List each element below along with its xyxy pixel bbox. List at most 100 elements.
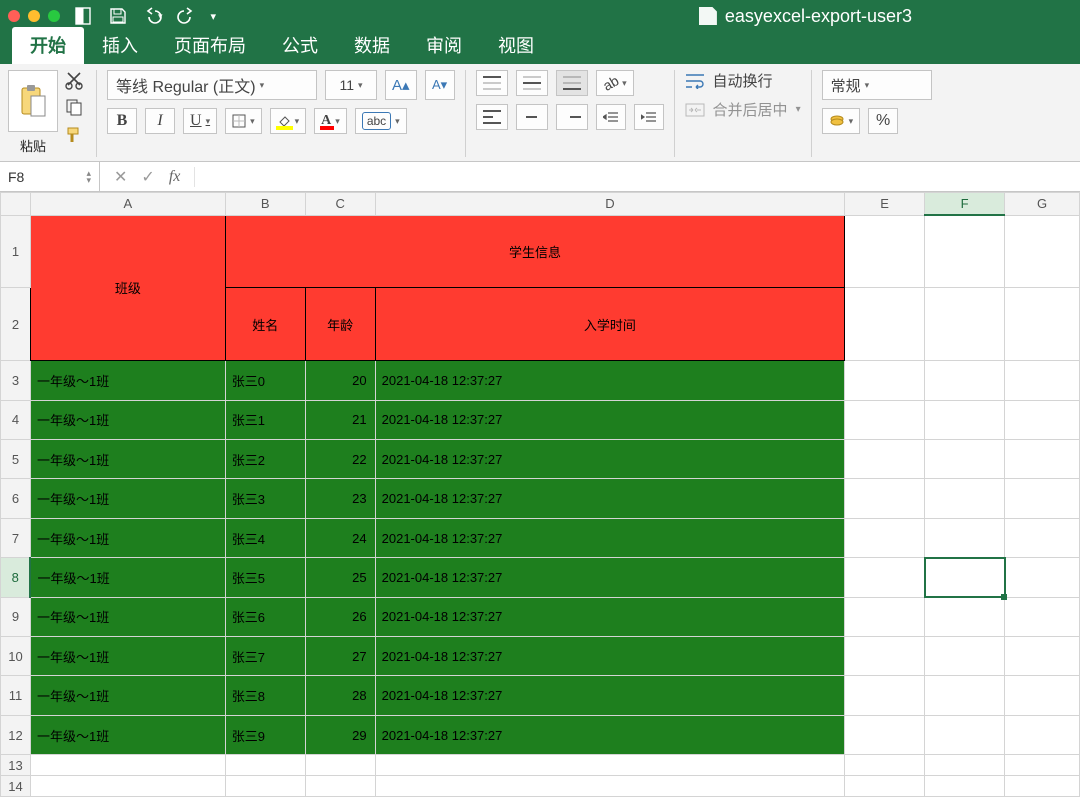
cell-C4[interactable]: 21: [305, 400, 375, 439]
cell-C7[interactable]: 24: [305, 518, 375, 557]
cell-A8[interactable]: 一年级～1班: [30, 558, 225, 597]
copy-icon[interactable]: [64, 97, 86, 120]
cell-E12[interactable]: [845, 715, 925, 755]
cell-A10[interactable]: 一年级～1班: [30, 637, 225, 676]
formula-input[interactable]: [195, 162, 1080, 191]
cell-D10[interactable]: 2021-04-18 12:37:27: [375, 637, 845, 676]
cell-G11[interactable]: [1005, 676, 1080, 715]
cell-F8[interactable]: [925, 558, 1005, 597]
cell-E1[interactable]: [845, 215, 925, 288]
cell-A6[interactable]: 一年级～1班: [30, 479, 225, 518]
row-header-9[interactable]: 9: [1, 597, 31, 636]
cell-F2[interactable]: [925, 288, 1005, 361]
cell-B9[interactable]: 张三6: [225, 597, 305, 636]
cell-G3[interactable]: [1005, 361, 1080, 400]
cell-D12[interactable]: 2021-04-18 12:37:27: [375, 715, 845, 755]
cell-G7[interactable]: [1005, 518, 1080, 557]
minimize-window-button[interactable]: [28, 10, 40, 22]
phonetic-button[interactable]: abc: [355, 108, 407, 134]
row-header-3[interactable]: 3: [1, 361, 31, 400]
name-box-stepper-icon[interactable]: ▴▾: [86, 170, 91, 184]
spreadsheet-grid[interactable]: A B C D E F G 1 班级 学生信息 2 姓名 年龄 入学时间 3一年…: [0, 192, 1080, 797]
cell-C5[interactable]: 22: [305, 439, 375, 478]
cell-D9[interactable]: 2021-04-18 12:37:27: [375, 597, 845, 636]
cell-E10[interactable]: [845, 637, 925, 676]
cell-A11[interactable]: 一年级～1班: [30, 676, 225, 715]
undo-chevron-icon[interactable]: ▾: [158, 11, 163, 22]
cell-F6[interactable]: [925, 479, 1005, 518]
tab-insert[interactable]: 插入: [84, 27, 156, 64]
cell-D3[interactable]: 2021-04-18 12:37:27: [375, 361, 845, 400]
cancel-formula-icon[interactable]: ✕: [114, 167, 127, 187]
col-header-A[interactable]: A: [30, 193, 225, 216]
tab-view[interactable]: 视图: [480, 27, 552, 64]
col-header-G[interactable]: G: [1005, 193, 1080, 216]
row-header-2[interactable]: 2: [1, 288, 31, 361]
cell-F3[interactable]: [925, 361, 1005, 400]
cell-G8[interactable]: [1005, 558, 1080, 597]
cell-E4[interactable]: [845, 400, 925, 439]
row-header-7[interactable]: 7: [1, 518, 31, 557]
cell-G10[interactable]: [1005, 637, 1080, 676]
font-name-select[interactable]: 等线 Regular (正文): [107, 70, 317, 100]
cell-A5[interactable]: 一年级～1班: [30, 439, 225, 478]
col-header-E[interactable]: E: [845, 193, 925, 216]
cell-A7[interactable]: 一年级～1班: [30, 518, 225, 557]
cell-E9[interactable]: [845, 597, 925, 636]
cell-B6[interactable]: 张三3: [225, 479, 305, 518]
close-window-button[interactable]: [8, 10, 20, 22]
cell-C3[interactable]: 20: [305, 361, 375, 400]
orientation-button[interactable]: ab: [596, 70, 634, 96]
tab-home[interactable]: 开始: [12, 27, 84, 64]
paste-button[interactable]: [8, 70, 58, 132]
decrease-indent-button[interactable]: [596, 104, 626, 130]
row-header-5[interactable]: 5: [1, 439, 31, 478]
font-color-button[interactable]: A: [314, 108, 347, 134]
cell-D2[interactable]: 入学时间: [375, 288, 845, 361]
col-header-F[interactable]: F: [925, 193, 1005, 216]
cell-A12[interactable]: 一年级～1班: [30, 715, 225, 755]
fill-color-button[interactable]: [270, 108, 307, 134]
font-size-select[interactable]: 11: [325, 70, 377, 100]
row-header-13[interactable]: 13: [1, 755, 31, 776]
cell-A9[interactable]: 一年级～1班: [30, 597, 225, 636]
fx-label[interactable]: fx: [169, 168, 181, 186]
wrap-text-button[interactable]: 自动换行: [685, 70, 801, 91]
tab-formulas[interactable]: 公式: [264, 27, 336, 64]
cell-F4[interactable]: [925, 400, 1005, 439]
format-painter-icon[interactable]: [64, 124, 86, 147]
cell-E8[interactable]: [845, 558, 925, 597]
cell-D7[interactable]: 2021-04-18 12:37:27: [375, 518, 845, 557]
italic-button[interactable]: I: [145, 108, 175, 134]
align-right-button[interactable]: [556, 104, 588, 130]
accept-formula-icon[interactable]: ✓: [141, 167, 154, 187]
tab-layout[interactable]: 页面布局: [156, 27, 264, 64]
align-middle-button[interactable]: [516, 70, 548, 96]
cell-B12[interactable]: 张三9: [225, 715, 305, 755]
cell-A13[interactable]: [30, 755, 225, 776]
cell-B8[interactable]: 张三5: [225, 558, 305, 597]
cell-F1[interactable]: [925, 215, 1005, 288]
cell-E2[interactable]: [845, 288, 925, 361]
cell-B5[interactable]: 张三2: [225, 439, 305, 478]
merge-center-button[interactable]: 合并后居中 ▾: [685, 99, 801, 120]
row-header-1[interactable]: 1: [1, 215, 31, 288]
tab-review[interactable]: 审阅: [408, 27, 480, 64]
select-all-corner[interactable]: [1, 193, 31, 216]
cell-C6[interactable]: 23: [305, 479, 375, 518]
currency-button[interactable]: [822, 108, 861, 134]
row-header-12[interactable]: 12: [1, 715, 31, 755]
cell-D4[interactable]: 2021-04-18 12:37:27: [375, 400, 845, 439]
cell-A1[interactable]: 班级: [30, 215, 225, 360]
increase-font-button[interactable]: A▴: [385, 70, 417, 100]
maximize-window-button[interactable]: [48, 10, 60, 22]
cell-E6[interactable]: [845, 479, 925, 518]
cell-F9[interactable]: [925, 597, 1005, 636]
row-header-10[interactable]: 10: [1, 637, 31, 676]
cell-E11[interactable]: [845, 676, 925, 715]
align-center-button[interactable]: [516, 104, 548, 130]
undo-button[interactable]: ▾: [142, 6, 163, 26]
borders-button[interactable]: [225, 108, 262, 134]
cell-B1[interactable]: 学生信息: [225, 215, 844, 288]
row-header-11[interactable]: 11: [1, 676, 31, 715]
